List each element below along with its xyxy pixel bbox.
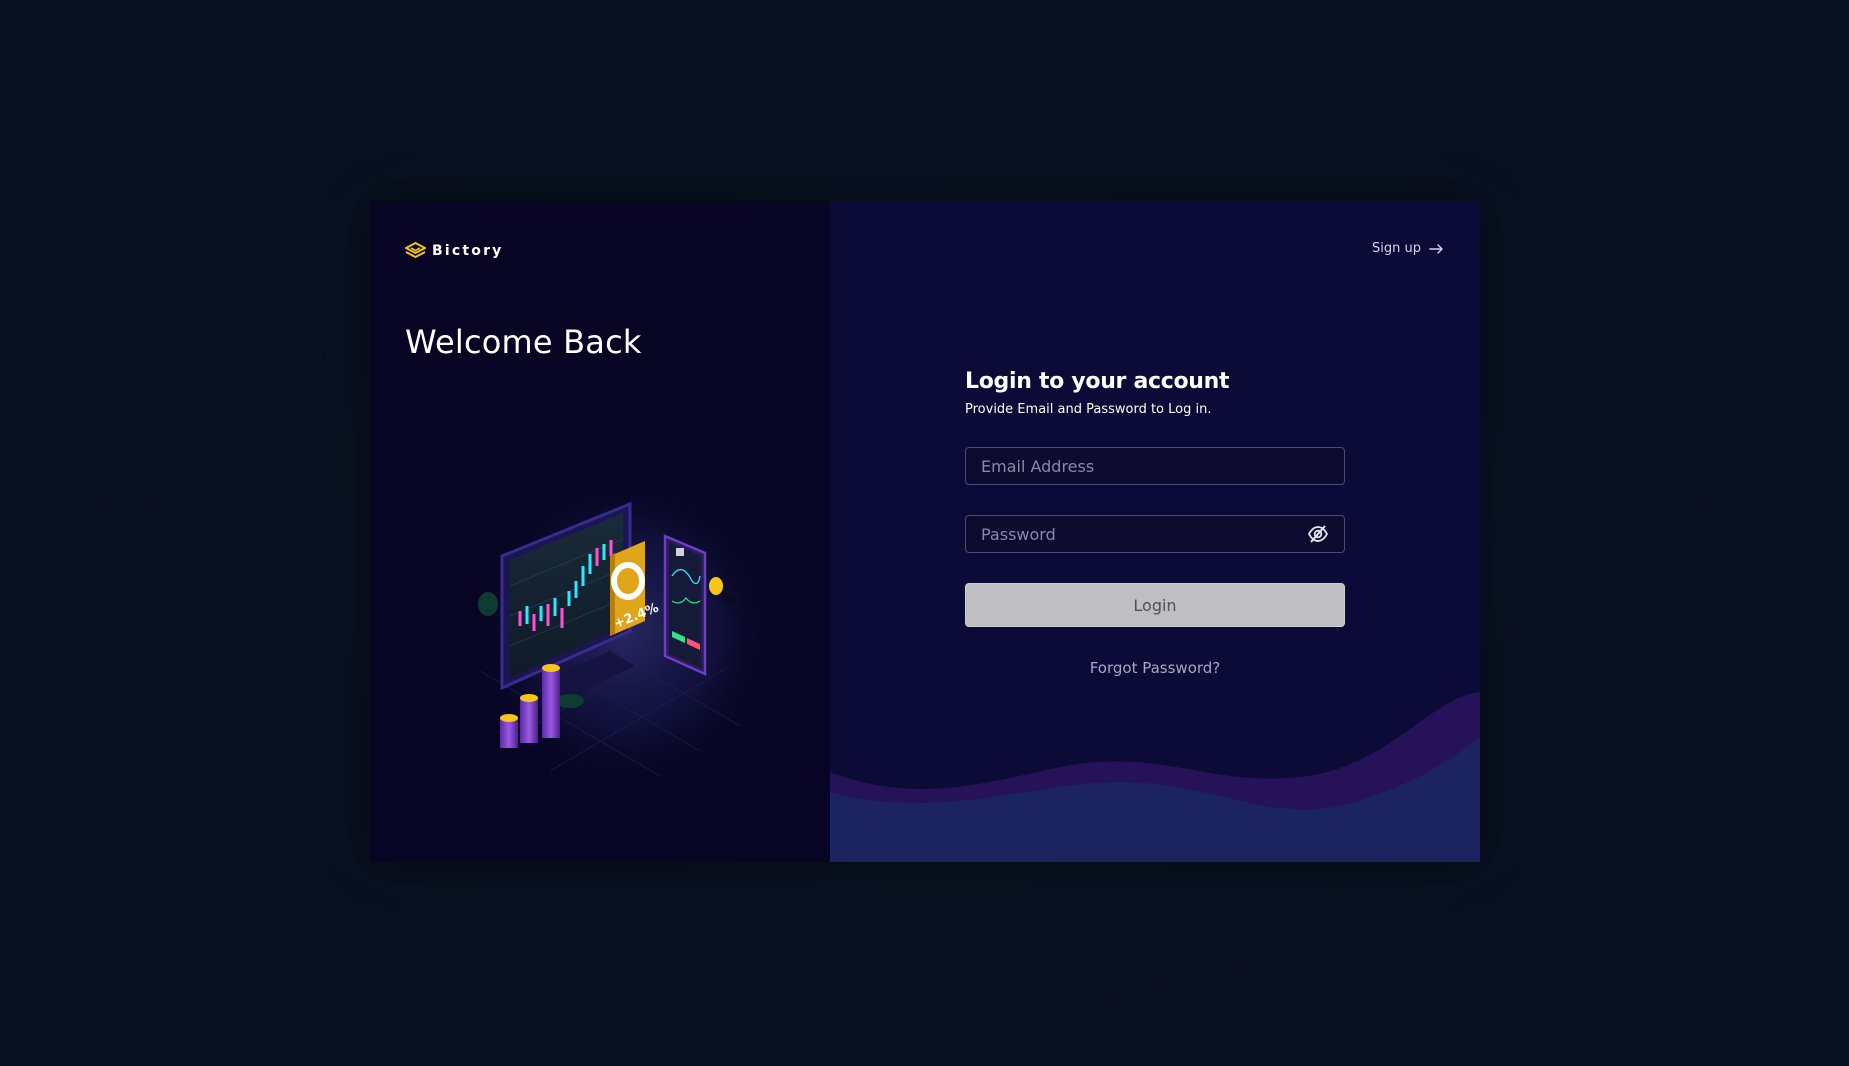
forgot-password-link[interactable]: Forgot Password? <box>965 659 1345 677</box>
brand-logo[interactable]: Bictory <box>405 242 504 259</box>
brand-name: Bictory <box>432 242 504 259</box>
welcome-panel: Bictory Welcome Back +2.4% <box>370 201 830 862</box>
arrow-right-icon <box>1429 243 1443 254</box>
signup-label: Sign up <box>1372 241 1421 256</box>
password-field-wrapper <box>965 515 1345 553</box>
login-panel: Sign up Login to your account Provide Em… <box>830 201 1480 862</box>
form-title: Login to your account <box>965 369 1230 394</box>
bictory-logo-icon <box>405 242 426 258</box>
signup-link[interactable]: Sign up <box>1372 241 1444 256</box>
password-input[interactable] <box>965 515 1345 553</box>
eye-off-icon[interactable] <box>1307 524 1329 544</box>
trading-illustration: +2.4% <box>465 466 785 796</box>
decorative-waves <box>830 692 1480 862</box>
email-field-wrapper <box>965 447 1345 485</box>
login-form: Login to your account Provide Email and … <box>965 369 1345 677</box>
email-input[interactable] <box>965 447 1345 485</box>
welcome-heading: Welcome Back <box>405 323 642 361</box>
login-button[interactable]: Login <box>965 583 1345 627</box>
form-subtitle: Provide Email and Password to Log in. <box>965 402 1212 417</box>
login-card: Bictory Welcome Back +2.4% Sign up Login… <box>370 201 1480 862</box>
